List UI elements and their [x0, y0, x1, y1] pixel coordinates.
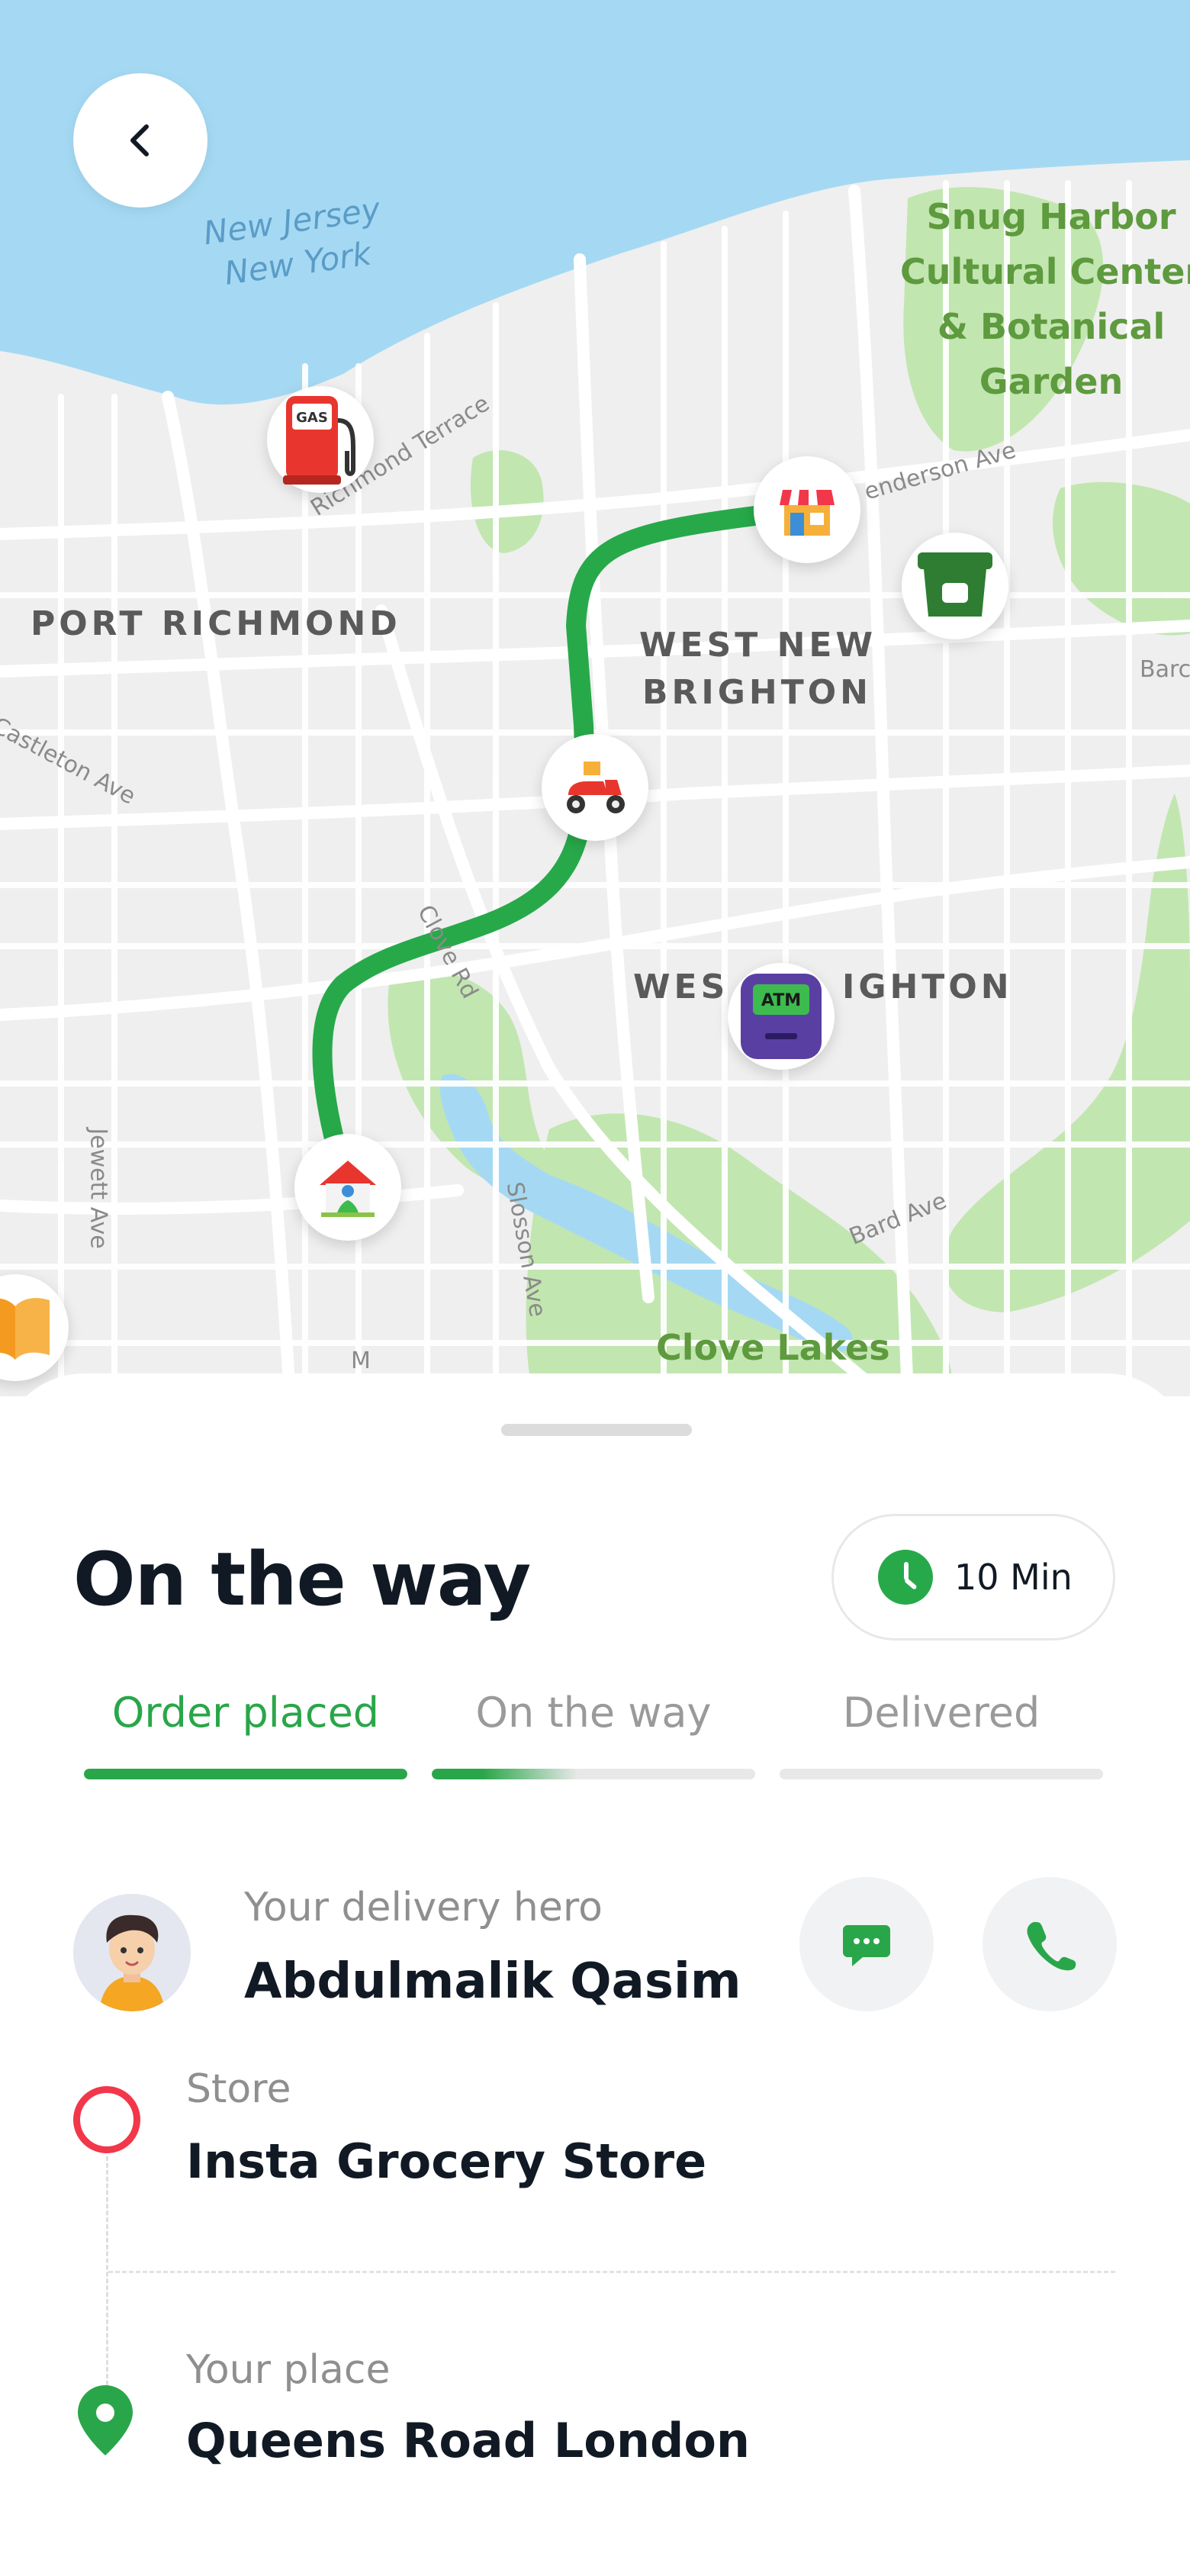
atm-icon: ATM: [741, 974, 822, 1059]
tab-order-placed[interactable]: Order placed: [84, 1679, 407, 1747]
area-label-west-brighton-right: IGHTON: [842, 968, 1013, 1006]
map-view[interactable]: New Jersey New York Snug Harbor Cultural…: [0, 0, 1190, 1396]
gas-label: GAS: [296, 410, 328, 426]
store-name: Insta Grocery Store: [186, 2133, 707, 2189]
progress-delivered: [780, 1769, 1103, 1779]
atm-label: ATM: [761, 991, 801, 1010]
tab-delivered[interactable]: Delivered: [780, 1679, 1103, 1747]
shop-marker[interactable]: [754, 456, 860, 563]
park-label-clove-lakes: Clove Lakes: [656, 1327, 890, 1368]
book-icon: [0, 1298, 50, 1360]
avatar: [73, 1894, 191, 2011]
street-label: Jewett Ave: [85, 1128, 112, 1249]
park-label-snug-harbor: Snug Harbor Cultural Center & Botanical …: [900, 196, 1190, 402]
grocery-marker[interactable]: [902, 533, 1008, 639]
tab-on-the-way[interactable]: On the way: [432, 1679, 755, 1747]
atm-marker[interactable]: ATM: [728, 963, 835, 1070]
delivery-hero-name: Abdulmalik Qasim: [244, 1953, 741, 2010]
area-label-west-brighton-left: WES: [633, 968, 729, 1006]
area-label-port-richmond: PORT RICHMOND: [31, 604, 401, 643]
shop-icon: [780, 490, 835, 536]
order-status-sheet: On the way 10 Min Order placed On the wa…: [0, 1373, 1190, 2576]
clock-icon: [878, 1550, 933, 1605]
sheet-drag-handle[interactable]: [501, 1424, 692, 1436]
eta-badge: 10 Min: [831, 1514, 1115, 1641]
gas-station-marker[interactable]: GAS: [267, 386, 374, 493]
back-chevron-icon: [130, 124, 149, 156]
area-label-brighton: BRIGHTON: [642, 673, 872, 712]
grocery-bag-icon: [918, 552, 992, 617]
location-pin-icon: [73, 2382, 137, 2462]
delivery-scooter-marker[interactable]: [542, 734, 648, 841]
back-button[interactable]: [73, 73, 207, 208]
chat-icon: [843, 1925, 890, 1966]
area-label-west-new: WEST NEW: [639, 626, 877, 665]
progress-order-placed: [84, 1769, 407, 1779]
place-name: Queens Road London: [186, 2413, 751, 2468]
scooter-icon: [567, 762, 625, 813]
divider: [108, 2271, 1115, 2273]
gas-station-icon: GAS: [283, 396, 355, 485]
phone-icon: [1027, 1922, 1076, 1971]
progress-on-the-way: [432, 1769, 755, 1779]
delivery-hero-caption: Your delivery hero: [244, 1885, 603, 1930]
order-status-title: On the way: [73, 1537, 531, 1622]
place-caption: Your place: [186, 2347, 391, 2393]
home-icon: [320, 1161, 376, 1217]
store-marker-icon: [73, 2086, 140, 2153]
home-marker[interactable]: [294, 1134, 401, 1241]
chat-button[interactable]: [799, 1877, 934, 2011]
store-caption: Store: [186, 2066, 291, 2112]
eta-text: 10 Min: [954, 1557, 1073, 1598]
street-label: Barc: [1140, 656, 1190, 683]
call-button[interactable]: [983, 1877, 1117, 2011]
street-label: M: [351, 1348, 371, 1374]
